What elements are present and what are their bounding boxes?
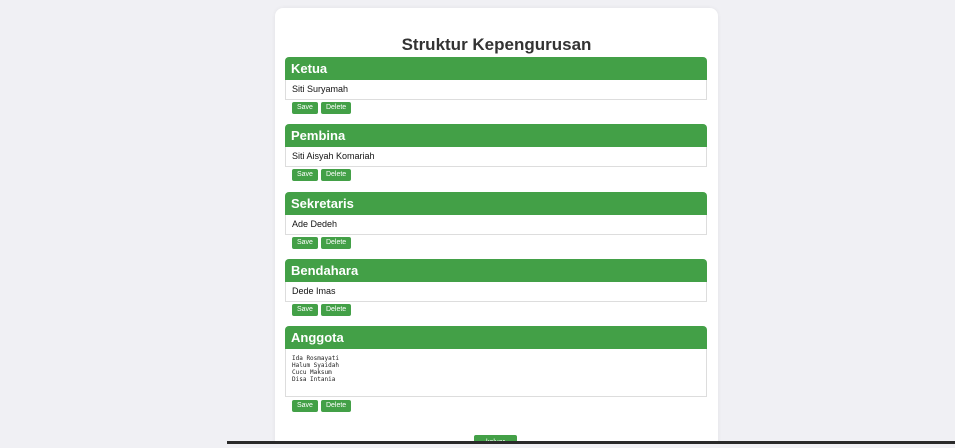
delete-button[interactable]: Delete	[320, 304, 352, 316]
button-group: Save Delete	[285, 169, 707, 182]
button-group: Save Delete	[285, 400, 707, 413]
section-heading: Bendahara	[285, 259, 707, 282]
save-button[interactable]: Save	[292, 237, 318, 249]
section-pembina: Pembina Siti Aisyah Komariah Save Delete	[285, 124, 707, 182]
button-group: Save Delete	[285, 304, 707, 317]
section-ketua: Ketua Siti Suryamah Save Delete	[285, 57, 707, 115]
save-button[interactable]: Save	[292, 169, 318, 181]
save-button[interactable]: Save	[292, 102, 318, 114]
delete-button[interactable]: Delete	[320, 169, 352, 181]
taskbar-edge	[0, 441, 955, 448]
save-button[interactable]: Save	[292, 304, 318, 316]
page-title: Struktur Kepengurusan	[401, 35, 592, 54]
bendahara-input[interactable]: Dede Imas	[285, 282, 707, 302]
section-anggota: Anggota Ida Rosmayati Halum Syaidah Cucu…	[285, 326, 707, 413]
button-group: Save Delete	[285, 102, 707, 115]
section-sekretaris: Sekretaris Ade Dedeh Save Delete	[285, 192, 707, 250]
delete-button[interactable]: Delete	[320, 400, 352, 412]
save-button[interactable]: Save	[292, 400, 318, 412]
section-heading: Ketua	[285, 57, 707, 80]
delete-button[interactable]: Delete	[320, 102, 352, 114]
section-heading: Pembina	[285, 124, 707, 147]
section-heading: Sekretaris	[285, 192, 707, 215]
delete-button[interactable]: Delete	[320, 237, 352, 249]
anggota-textarea[interactable]: Ida Rosmayati Halum Syaidah Cucu Maksum …	[285, 349, 707, 397]
pembina-input[interactable]: Siti Aisyah Komariah	[285, 147, 707, 167]
button-group: Save Delete	[285, 237, 707, 250]
structure-card: Struktur Kepengurusan Ketua Siti Suryama…	[275, 8, 718, 448]
sekretaris-input[interactable]: Ade Dedeh	[285, 215, 707, 235]
ketua-input[interactable]: Siti Suryamah	[285, 80, 707, 100]
section-bendahara: Bendahara Dede Imas Save Delete	[285, 259, 707, 317]
page: Struktur Kepengurusan Ketua Siti Suryama…	[0, 0, 955, 448]
section-heading: Anggota	[285, 326, 707, 349]
